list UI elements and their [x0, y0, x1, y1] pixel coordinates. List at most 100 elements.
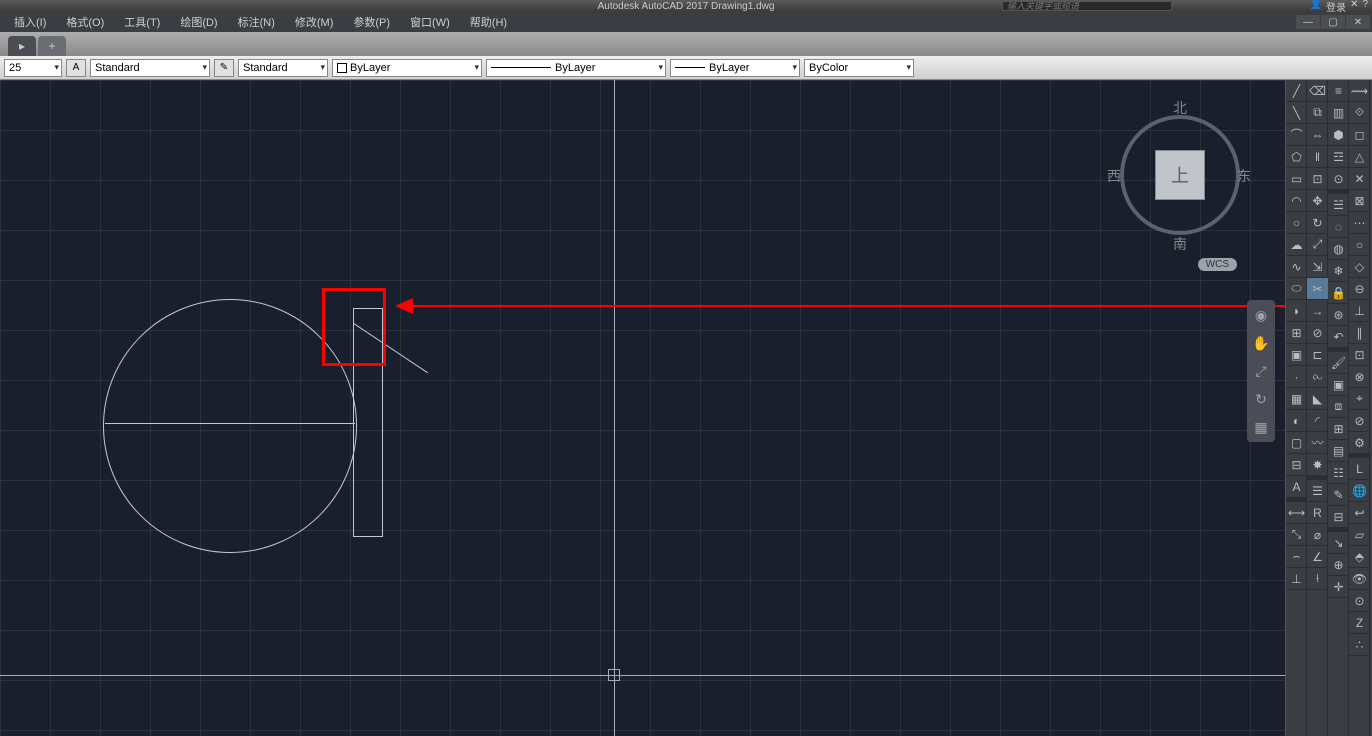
block-editor-icon[interactable]: ▣ [1328, 374, 1349, 396]
snap-perpendicular-icon[interactable]: ⊥ [1349, 300, 1370, 322]
osnap-settings-icon[interactable]: ⚙ [1349, 432, 1370, 454]
markup-icon[interactable]: ✎ [1328, 484, 1349, 506]
spline-icon[interactable]: ∿ [1286, 256, 1307, 278]
tool-palette-icon[interactable]: ▤ [1328, 440, 1349, 462]
offset-icon[interactable]: ‖ [1307, 146, 1328, 168]
linetype-dropdown[interactable]: ByLayer [486, 59, 666, 77]
ucs-view-icon[interactable]: 👁 [1349, 568, 1370, 590]
dim-ordinate-icon[interactable]: ⊥ [1286, 568, 1307, 590]
pan-icon[interactable]: ✋ [1250, 332, 1272, 354]
gradient-icon[interactable]: ◐ [1286, 410, 1307, 432]
break-at-point-icon[interactable]: ⊘ [1307, 322, 1328, 344]
nav-wheel-icon[interactable]: ◉ [1250, 304, 1272, 326]
dim-radius-icon[interactable]: R [1307, 502, 1328, 524]
layer-iso-icon[interactable]: ◍ [1328, 238, 1349, 260]
snap-nearest-icon[interactable]: ⌖ [1349, 388, 1370, 410]
search-input[interactable] [1002, 1, 1172, 11]
design-center-icon[interactable]: ⊞ [1328, 418, 1349, 440]
scale-icon[interactable]: ⤢ [1307, 234, 1328, 256]
temp-track-icon[interactable]: ⟿ [1349, 80, 1370, 102]
menu-dimension[interactable]: 标注(N) [228, 12, 285, 32]
quickcalc-icon[interactable]: ⊟ [1328, 506, 1349, 528]
menu-window[interactable]: 窗口(W) [400, 12, 460, 32]
point-icon[interactable]: · [1286, 366, 1307, 388]
distance-icon[interactable]: ≡ [1328, 80, 1349, 102]
ucs-icon[interactable]: L [1349, 458, 1370, 480]
menu-tools[interactable]: 工具(T) [114, 12, 170, 32]
construction-line-icon[interactable]: ╲ [1286, 102, 1307, 124]
close-button[interactable]: ✕ [1346, 15, 1370, 29]
dim-aligned-icon[interactable]: ⤡ [1286, 524, 1307, 546]
lineweight-dropdown[interactable]: ByLayer [670, 59, 800, 77]
dim-style-icon[interactable]: ✎ [214, 59, 234, 77]
layer-props-icon[interactable]: ☱ [1328, 194, 1349, 216]
layer-match-icon[interactable]: ⊛ [1328, 304, 1349, 326]
ucs-world-icon[interactable]: 🌐 [1349, 480, 1370, 502]
circle-icon[interactable]: ○ [1286, 212, 1307, 234]
move-icon[interactable]: ✥ [1307, 190, 1328, 212]
snap-intersection-icon[interactable]: ✕ [1349, 168, 1370, 190]
blend-icon[interactable]: 〰 [1307, 432, 1328, 454]
menu-parametric[interactable]: 参数(P) [343, 12, 400, 32]
snap-insert-icon[interactable]: ⊡ [1349, 344, 1370, 366]
explode-icon[interactable]: ✸ [1307, 454, 1328, 476]
ucs-face-icon[interactable]: ▱ [1349, 524, 1370, 546]
copy-icon[interactable]: ⧉ [1307, 102, 1328, 124]
layer-prev-icon[interactable]: ↶ [1328, 326, 1349, 348]
trim-icon[interactable]: ✂ [1307, 278, 1328, 300]
dim-arc-icon[interactable]: ⌢ [1286, 546, 1307, 568]
break-icon[interactable]: ⊏ [1307, 344, 1328, 366]
region-icon[interactable]: ▢ [1286, 432, 1307, 454]
layer-freeze-icon[interactable]: ❄ [1328, 260, 1349, 282]
list-icon[interactable]: ☲ [1328, 146, 1349, 168]
zoom-extents-icon[interactable]: ⤢ [1250, 360, 1272, 382]
rectangle-icon[interactable]: ▭ [1286, 168, 1307, 190]
drawing-diameter-line[interactable] [105, 423, 355, 424]
minimize-button[interactable]: — [1296, 15, 1320, 29]
draworder-icon[interactable]: ☰ [1307, 480, 1328, 502]
stretch-icon[interactable]: ⇲ [1307, 256, 1328, 278]
ucs-prev-icon[interactable]: ↩ [1349, 502, 1370, 524]
dim-quick-icon[interactable]: ⟊ [1307, 568, 1328, 590]
ellipse-arc-icon[interactable]: ◗ [1286, 300, 1307, 322]
area-icon[interactable]: ▥ [1328, 102, 1349, 124]
drawing-canvas[interactable]: 上 北 南 东 西 WCS ◉ ✋ ⤢ ↻ ▦ [0, 80, 1285, 736]
menu-insert[interactable]: 插入(I) [4, 12, 56, 32]
ucs-z-icon[interactable]: Z [1349, 612, 1370, 634]
menu-modify[interactable]: 修改(M) [285, 12, 344, 32]
make-block-icon[interactable]: ▣ [1286, 344, 1307, 366]
extend-icon[interactable]: → [1307, 300, 1328, 322]
insert-block-icon[interactable]: ⊞ [1286, 322, 1307, 344]
id-point-icon[interactable]: ⊙ [1328, 168, 1349, 190]
snap-quadrant-icon[interactable]: ◇ [1349, 256, 1370, 278]
hatch-icon[interactable]: ▦ [1286, 388, 1307, 410]
menu-format[interactable]: 格式(O) [56, 12, 114, 32]
rotate-icon[interactable]: ↻ [1307, 212, 1328, 234]
snap-none-icon[interactable]: ⊘ [1349, 410, 1370, 432]
center-mark-icon[interactable]: ✛ [1328, 576, 1349, 598]
showmotion-icon[interactable]: ▦ [1250, 416, 1272, 438]
ucs-object-icon[interactable]: ⬘ [1349, 546, 1370, 568]
xref-icon[interactable]: ⧈ [1328, 396, 1349, 418]
erase-icon[interactable]: ⌫ [1307, 80, 1328, 102]
text-style-dropdown[interactable]: Standard [90, 59, 210, 77]
orbit-icon[interactable]: ↻ [1250, 388, 1272, 410]
join-icon[interactable]: ⧜ [1307, 366, 1328, 388]
snap-tangent-icon[interactable]: ⊖ [1349, 278, 1370, 300]
viewcube-west[interactable]: 西 [1107, 166, 1121, 186]
viewcube-south[interactable]: 南 [1173, 234, 1187, 254]
text-style-icon[interactable]: A [66, 59, 86, 77]
table-icon[interactable]: ⊟ [1286, 454, 1307, 476]
snap-midpoint-icon[interactable]: △ [1349, 146, 1370, 168]
tab-start[interactable]: ▸ [8, 36, 36, 56]
fillet-icon[interactable]: ◜ [1307, 410, 1328, 432]
mass-icon[interactable]: ⬢ [1328, 124, 1349, 146]
snap-apparent-icon[interactable]: ⊠ [1349, 190, 1370, 212]
revision-cloud-icon[interactable]: ☁ [1286, 234, 1307, 256]
snap-parallel-icon[interactable]: ∥ [1349, 322, 1370, 344]
ucs-origin-icon[interactable]: ⊙ [1349, 590, 1370, 612]
dim-angular-icon[interactable]: ∠ [1307, 546, 1328, 568]
snap-extension-icon[interactable]: ⋯ [1349, 212, 1370, 234]
ucs-3point-icon[interactable]: ∴ [1349, 634, 1370, 656]
ellipse-icon[interactable]: ⬭ [1286, 278, 1307, 300]
